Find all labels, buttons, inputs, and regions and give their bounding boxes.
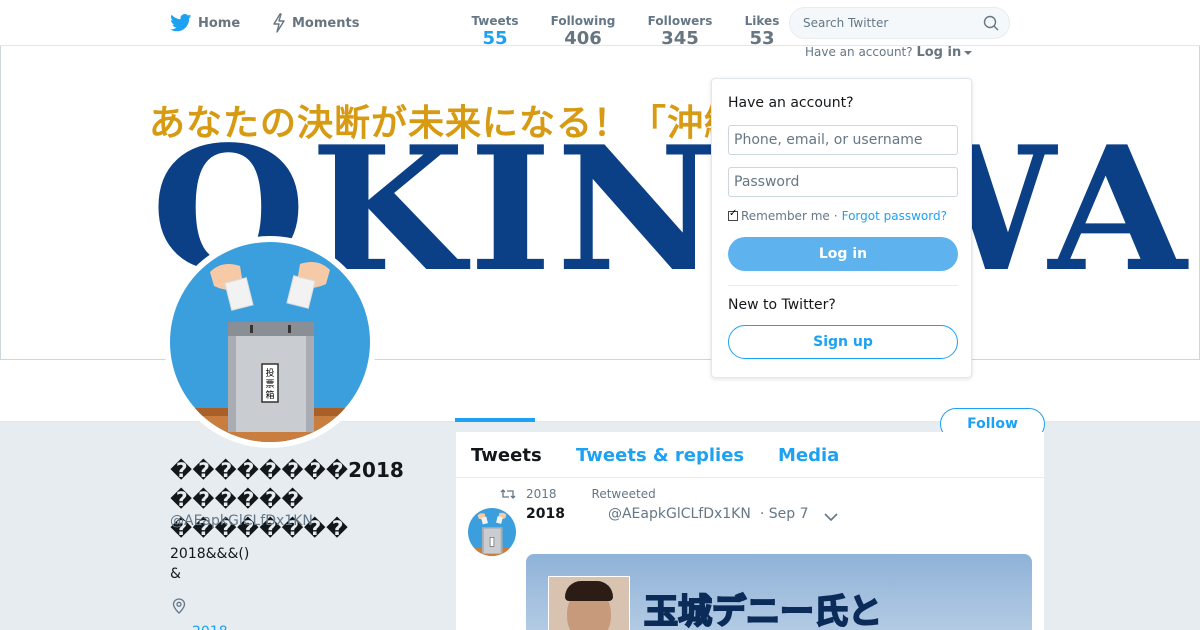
caret-down-icon[interactable] [964,50,973,55]
stat-label: Followers [647,14,713,28]
tweet-date[interactable]: · Sep 7 [760,506,809,522]
profile-bio: 2018&&&() & [170,544,249,584]
ballot-box-image [468,508,516,556]
retweeter-name[interactable]: 2018 [526,487,557,501]
profile-avatar[interactable]: 投 票 箱 [164,236,376,448]
stat-following[interactable]: Following 406 [545,14,621,49]
tweet-author-handle[interactable]: @AEapkGlCLfDx1KN [608,506,751,522]
nav-home[interactable]: Home [170,12,240,34]
login-dropdown-toggle[interactable]: Log in [916,45,961,60]
profile-link[interactable]: 2018 [192,624,228,630]
media-caption: 玉城デニー氏と [643,591,883,630]
divider [728,285,958,286]
stat-tweets[interactable]: Tweets 55 [455,14,535,49]
twitter-bird-icon [170,14,192,32]
retweeted-label: Retweeted [591,487,656,501]
login-button[interactable]: Log in [728,237,958,271]
stat-label: Following [550,14,616,28]
remember-checkbox[interactable] [728,208,738,221]
tab-tweets-replies[interactable]: Tweets & replies [576,445,744,466]
stat-label: Likes [744,14,780,28]
login-title: Have an account? [728,95,854,111]
tweet-avatar[interactable] [468,508,516,556]
ballot-box-image: 投 票 箱 [170,242,370,442]
bio-line: & [170,566,181,582]
svg-text:箱: 箱 [265,389,274,401]
retweet-context: 2018 Retweeted [500,487,656,501]
stat-value: 345 [661,28,699,49]
search-input[interactable]: Search Twitter [789,7,1010,39]
stat-followers[interactable]: Followers 345 [646,14,714,49]
bio-line: 2018&&&() [170,546,250,562]
nav-home-label: Home [198,15,241,31]
nav-moments[interactable]: Moments [272,12,359,34]
remember-label: Remember me [741,209,830,223]
svg-text:投: 投 [265,367,274,379]
login-dropdown: Have an account? Phone, email, or userna… [711,78,972,378]
stat-label: Tweets [471,14,519,28]
remember-row: Remember me · Forgot password? [728,208,947,223]
tweet-author-name[interactable]: 2018 [526,506,565,522]
new-to-twitter-label: New to Twitter? [728,297,836,313]
username-field[interactable]: Phone, email, or username [728,125,958,155]
tweet-media[interactable]: 玉城デニー氏と [526,554,1032,630]
retweet-icon [500,489,516,499]
signup-button[interactable]: Sign up [728,325,958,359]
stat-value: 53 [749,28,775,49]
login-prompt-text: Have an account? [805,45,913,59]
timeline-tabs: Tweets Tweets & replies Media [456,432,1044,478]
timeline: Tweets Tweets & replies Media 2018 Retwe… [456,432,1044,630]
chevron-down-icon[interactable] [824,512,838,522]
nav-moments-label: Moments [292,15,360,31]
active-tab-indicator [455,418,535,422]
stat-value: 55 [482,28,508,49]
svg-text:票: 票 [265,379,274,390]
stat-value: 406 [564,28,602,49]
search-placeholder: Search Twitter [803,16,889,30]
separator: · [833,209,838,223]
portrait-hair [565,581,613,601]
search-icon[interactable] [983,15,999,31]
tab-media[interactable]: Media [778,445,839,466]
tweet-header: 2018 @AEapkGlCLfDx1KN · Sep 7 [526,506,809,522]
password-field[interactable]: Password [728,167,958,197]
location-icon [172,598,186,614]
forgot-password-link[interactable]: Forgot password? [842,209,947,223]
profile-name: ��������2018 ������ �������� [170,458,404,540]
portrait-photo [548,576,630,630]
stat-likes[interactable]: Likes 53 [740,14,784,49]
login-prompt: Have an account? Log in [805,45,973,60]
tab-tweets[interactable]: Tweets [471,445,542,466]
profile-handle[interactable]: @AEapkGlCLfDx1KN [170,513,313,529]
lightning-icon [273,13,285,33]
